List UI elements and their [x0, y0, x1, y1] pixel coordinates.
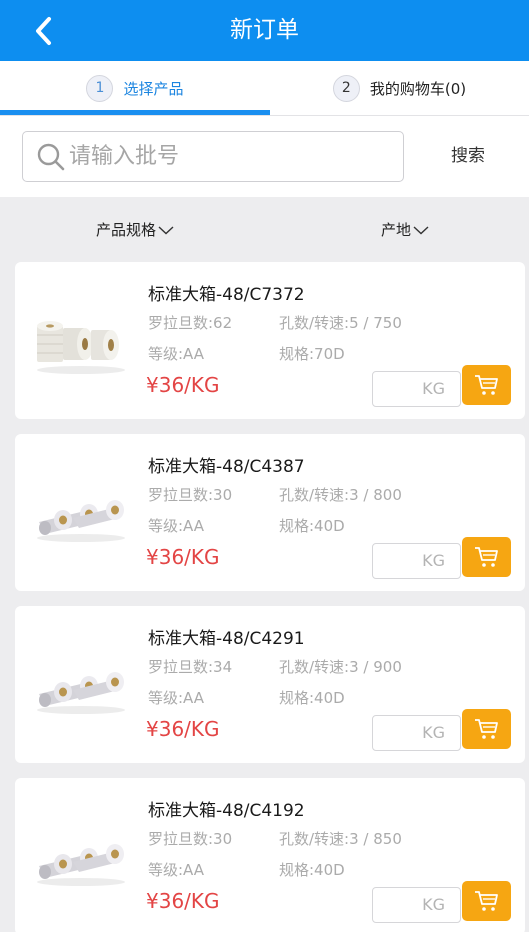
page-title: 新订单 — [230, 17, 299, 43]
chevron-down-icon — [158, 225, 174, 234]
product-denier: 罗拉旦数:34 — [148, 658, 233, 676]
filter-label: 产地 — [381, 221, 412, 239]
product-holes-speed: 孔数/转速:3 / 850 — [279, 830, 402, 848]
tab-select-product[interactable]: 1 选择产品 — [0, 61, 270, 115]
step-number-1: 1 — [86, 74, 114, 102]
add-to-cart-button[interactable] — [462, 365, 511, 405]
yarn-spools-image — [37, 500, 125, 542]
product-name: 标准大箱-48/C7372 — [148, 285, 305, 305]
quantity-input[interactable]: KG — [372, 543, 461, 579]
filter-origin[interactable]: 产地 — [381, 219, 429, 240]
quantity-unit: KG — [422, 723, 445, 742]
product-grade: 等级:AA — [148, 517, 204, 535]
cart-icon — [474, 547, 498, 567]
product-holes-speed: 孔数/转速:3 / 800 — [279, 486, 402, 504]
product-holes-speed: 孔数/转速:3 / 900 — [279, 658, 402, 676]
product-price: ¥36/KG — [146, 717, 220, 741]
cart-icon — [474, 375, 498, 395]
product-price: ¥36/KG — [146, 373, 220, 397]
cart-icon — [474, 719, 498, 739]
quantity-unit: KG — [422, 551, 445, 570]
cart-icon — [474, 891, 498, 911]
product-spec: 规格:40D — [279, 689, 345, 707]
filter-bar: 产品规格 产地 — [0, 197, 529, 261]
product-name: 标准大箱-48/C4291 — [148, 629, 305, 649]
product-denier: 罗拉旦数:30 — [148, 486, 233, 504]
product-price: ¥36/KG — [146, 889, 220, 913]
search-area: 搜索 — [0, 116, 529, 197]
yarn-spools-image — [37, 672, 125, 714]
step-number-2: 2 — [332, 74, 360, 102]
tab-my-cart[interactable]: 2 我的购物车(0) — [270, 61, 529, 115]
product-name: 标准大箱-48/C4192 — [148, 801, 305, 821]
tab-label: 选择产品 — [123, 79, 184, 98]
add-to-cart-button[interactable] — [462, 881, 511, 921]
product-spec: 规格:70D — [279, 345, 345, 363]
product-price: ¥36/KG — [146, 545, 220, 569]
yarn-spools-image — [37, 321, 125, 374]
product-name: 标准大箱-48/C4387 — [148, 457, 305, 477]
quantity-input[interactable]: KG — [372, 371, 461, 407]
quantity-unit: KG — [422, 379, 445, 398]
search-box[interactable] — [22, 131, 404, 182]
filter-product-spec[interactable]: 产品规格 — [96, 219, 174, 240]
step-tabs: 1 选择产品 2 我的购物车(0) — [0, 61, 529, 116]
active-tab-indicator — [0, 110, 270, 115]
tab-label: 我的购物车(0) — [369, 79, 467, 98]
quantity-unit: KG — [422, 895, 445, 914]
product-spec: 规格:40D — [279, 517, 345, 535]
quantity-input[interactable]: KG — [372, 887, 461, 923]
chevron-down-icon — [413, 225, 429, 234]
product-grade: 等级:AA — [148, 689, 204, 707]
product-card[interactable]: 标准大箱-48/C4192 罗拉旦数:30 孔数/转速:3 / 850 等级:A… — [15, 778, 525, 932]
product-denier: 罗拉旦数:62 — [148, 314, 233, 332]
product-denier: 罗拉旦数:30 — [148, 830, 233, 848]
header-bar: 新订单 — [0, 0, 529, 61]
product-card[interactable]: 标准大箱-48/C4291 罗拉旦数:34 孔数/转速:3 / 900 等级:A… — [15, 606, 525, 763]
filter-label: 产品规格 — [96, 221, 157, 239]
product-card[interactable]: 标准大箱-48/C7372 罗拉旦数:62 孔数/转速:5 / 750 等级:A… — [15, 262, 525, 419]
search-button[interactable]: 搜索 — [430, 131, 506, 182]
product-card[interactable]: 标准大箱-48/C4387 罗拉旦数:30 孔数/转速:3 / 800 等级:A… — [15, 434, 525, 591]
product-grade: 等级:AA — [148, 345, 204, 363]
product-grade: 等级:AA — [148, 861, 204, 879]
product-holes-speed: 孔数/转速:5 / 750 — [279, 314, 402, 332]
yarn-spools-image — [37, 844, 125, 886]
add-to-cart-button[interactable] — [462, 537, 511, 577]
add-to-cart-button[interactable] — [462, 709, 511, 749]
search-input[interactable] — [69, 132, 399, 181]
search-icon — [37, 143, 65, 171]
quantity-input[interactable]: KG — [372, 715, 461, 751]
product-spec: 规格:40D — [279, 861, 345, 879]
